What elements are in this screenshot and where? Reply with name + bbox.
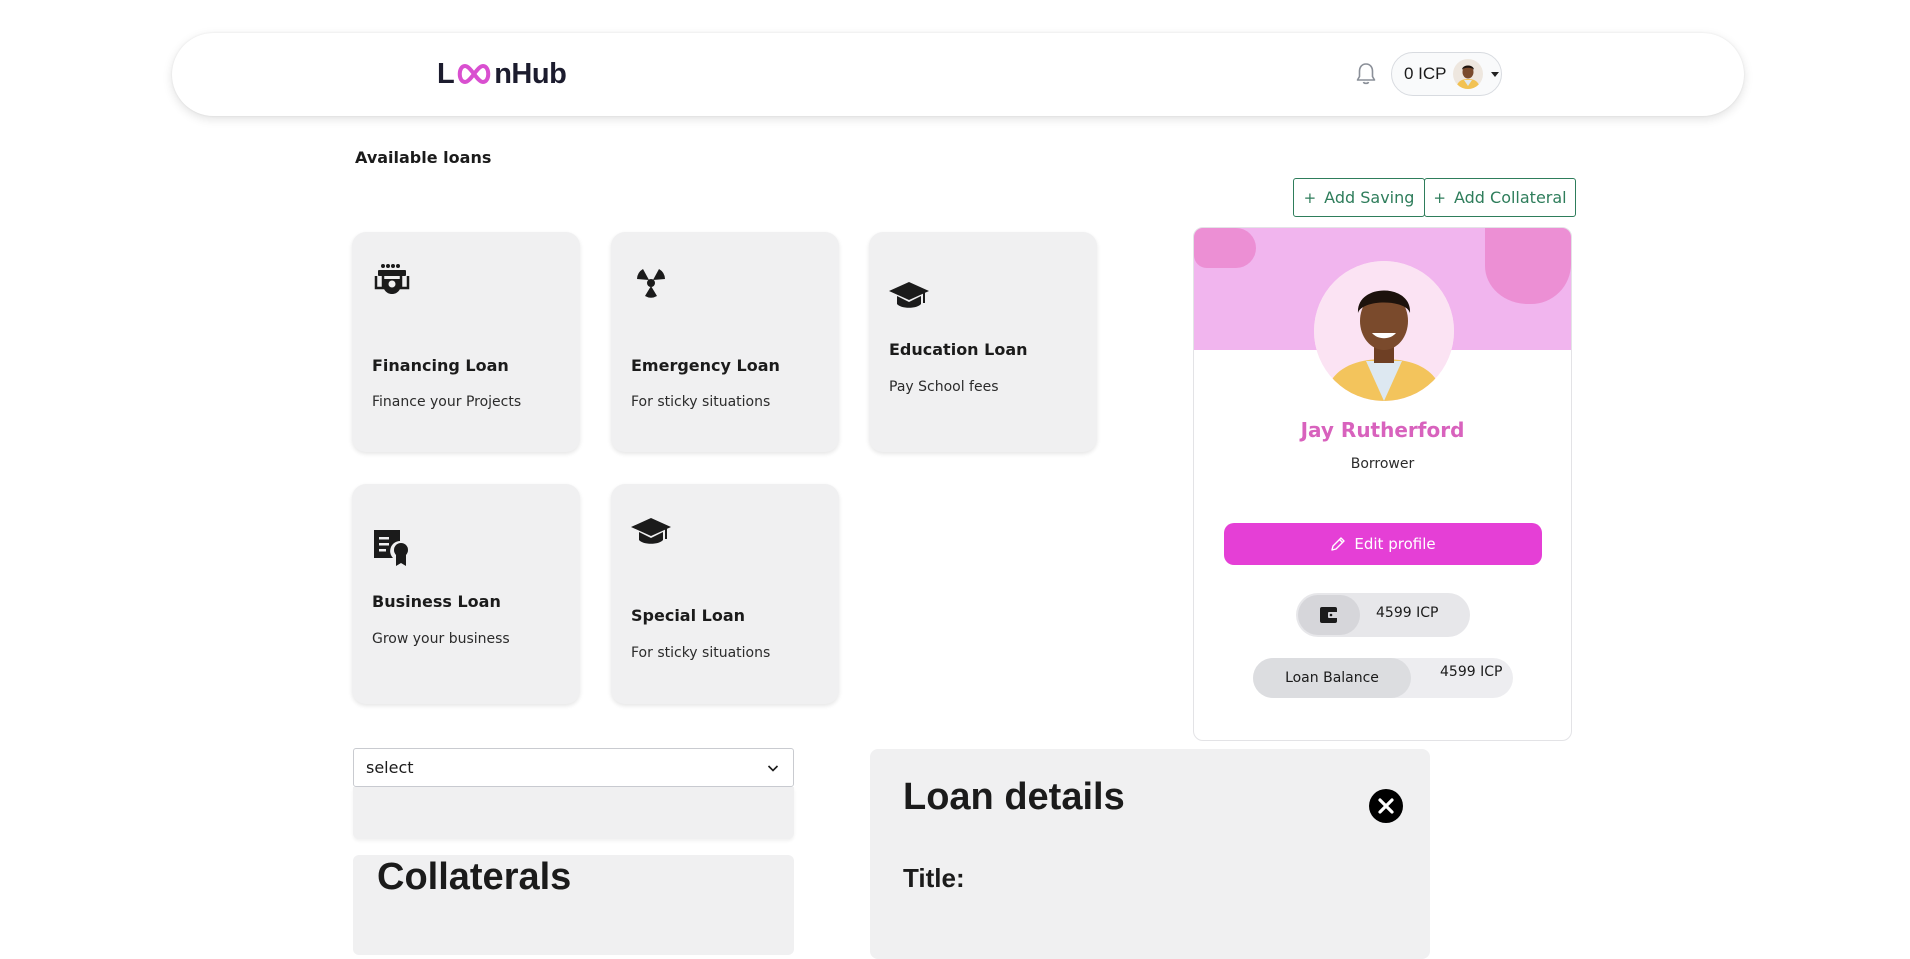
loan-card-description: For sticky situations (631, 645, 771, 661)
add-saving-button[interactable]: + Add Saving (1293, 178, 1425, 217)
profile-name: Jay Rutherford (1300, 418, 1465, 442)
loan-balance-value: 4599 ICP (1440, 664, 1503, 680)
loan-card-description: Finance your Projects (372, 394, 522, 410)
financing-icon (374, 264, 410, 294)
loanhub-logo[interactable]: L nHub (437, 56, 567, 92)
edit-profile-button[interactable]: Edit profile (1224, 523, 1542, 565)
loan-card-business[interactable]: Business Loan Grow your business (352, 484, 580, 704)
loan-card-title: Education Loan (889, 340, 1028, 359)
wallet-balance-pill: 4599 ICP (1296, 593, 1470, 637)
profile-avatar (1314, 261, 1454, 401)
loan-card-special[interactable]: Special Loan For sticky situations (611, 484, 839, 704)
loan-balance-label: Loan Balance (1253, 658, 1411, 698)
loan-details-title: Loan details (903, 776, 1125, 818)
collaterals-title: Collaterals (377, 856, 572, 898)
loan-balance-pill: Loan Balance 4599 ICP (1253, 658, 1513, 698)
top-navbar (172, 33, 1744, 116)
loan-card-title: Special Loan (631, 606, 746, 625)
loan-card-education[interactable]: Education Loan Pay School fees (869, 232, 1097, 452)
wallet-dropdown[interactable]: 0 ICP (1391, 52, 1502, 96)
wallet-icon (1298, 595, 1360, 635)
pencil-icon (1331, 537, 1346, 551)
graduation-cap-icon (889, 282, 929, 308)
banner-decoration (1194, 228, 1256, 268)
select-dropdown-panel (353, 787, 794, 839)
loan-card-financing[interactable]: Financing Loan Finance your Projects (352, 232, 580, 452)
certificate-icon (374, 530, 408, 566)
loan-card-emergency[interactable]: Emergency Loan For sticky situations (611, 232, 839, 452)
loan-card-title: Emergency Loan (631, 356, 780, 375)
user-avatar-small (1452, 59, 1483, 89)
banner-decoration (1485, 228, 1571, 304)
graduation-cap-icon (631, 518, 671, 544)
infinity-logo-icon (457, 63, 491, 85)
plus-icon: + (1303, 188, 1317, 207)
notification-bell-icon[interactable] (1354, 61, 1378, 87)
emergency-icon (637, 269, 665, 298)
profile-role: Borrower (1350, 456, 1415, 472)
add-collateral-button[interactable]: + Add Collateral (1424, 178, 1576, 217)
wallet-balance-value: 4599 ICP (1376, 605, 1439, 621)
loan-title-label: Title: (903, 863, 965, 893)
chevron-down-icon (767, 765, 779, 772)
loan-card-title: Financing Loan (372, 356, 509, 375)
loan-card-description: For sticky situations (631, 394, 771, 410)
profile-card: Jay Rutherford Borrower Edit profile 459… (1193, 227, 1572, 741)
close-icon[interactable] (1368, 788, 1404, 824)
loan-card-description: Pay School fees (889, 379, 999, 395)
chevron-down-icon (1490, 71, 1499, 77)
loan-card-description: Grow your business (372, 631, 510, 647)
plus-icon: + (1433, 188, 1446, 207)
loan-card-title: Business Loan (372, 592, 501, 611)
collateral-select[interactable]: select (353, 748, 794, 787)
available-loans-title: Available loans (355, 148, 492, 167)
